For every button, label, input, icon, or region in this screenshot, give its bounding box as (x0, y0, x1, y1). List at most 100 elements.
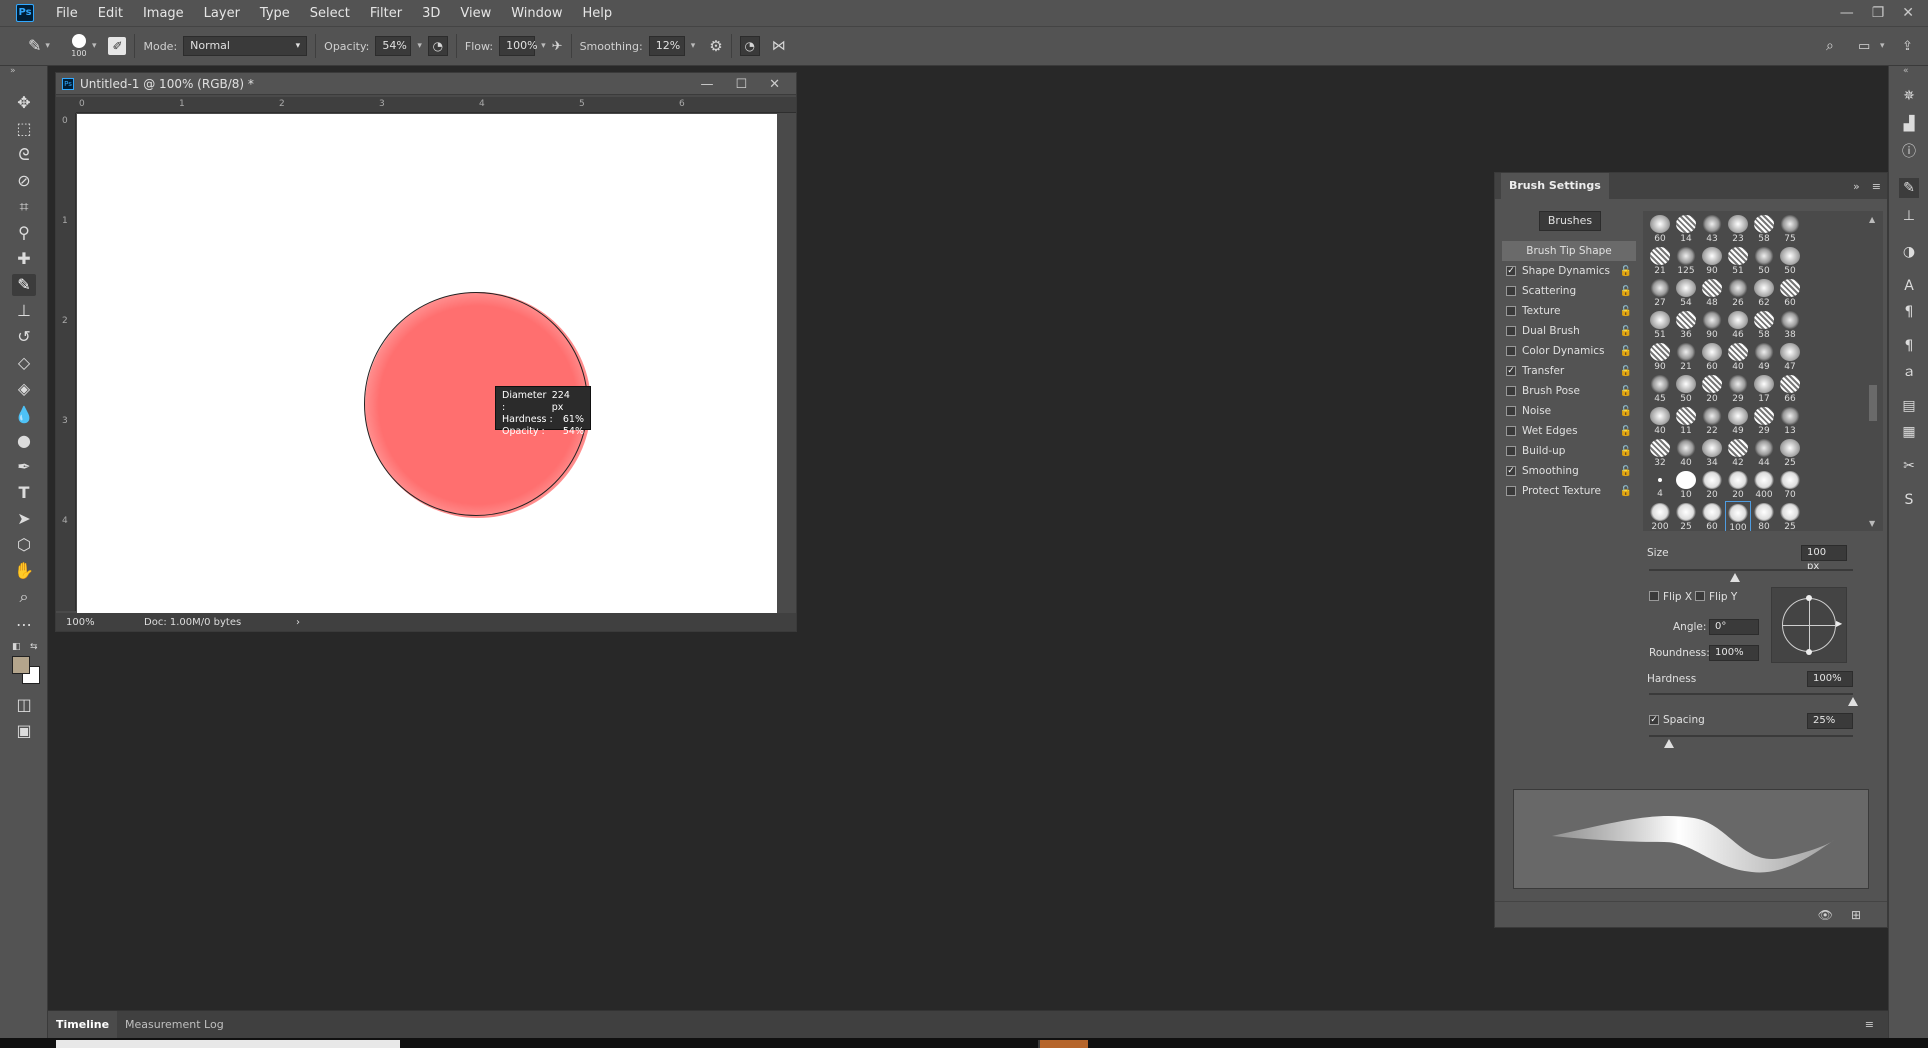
taskbar-item[interactable] (56, 1040, 400, 1048)
brush-tool-icon[interactable]: ✎ (12, 274, 36, 296)
flow-field[interactable]: 100% (499, 36, 538, 56)
option-checkbox[interactable]: ✓ (1506, 466, 1516, 476)
color-icon[interactable]: ◑ (1899, 242, 1919, 262)
brush-preset[interactable]: 21 (1673, 341, 1699, 373)
preset-grid-scrollbar[interactable] (1869, 385, 1877, 421)
option-checkbox[interactable] (1506, 326, 1516, 336)
brush-preset[interactable]: 90 (1647, 341, 1673, 373)
restore-icon[interactable]: ❐ (1872, 5, 1885, 21)
brush-preset[interactable]: 26 (1725, 277, 1751, 309)
ruler-origin[interactable] (56, 97, 76, 113)
brush-preset[interactable]: 23 (1725, 213, 1751, 245)
lock-icon[interactable]: 🔓 (1620, 386, 1632, 397)
brush-tip-item[interactable]: Scattering 🔓 (1502, 281, 1636, 301)
brush-preset[interactable]: 90 (1699, 309, 1725, 341)
chevron-down-icon[interactable]: ▾ (691, 41, 696, 51)
brush-preset[interactable]: 20 (1699, 373, 1725, 405)
brush-preset[interactable]: 51 (1647, 309, 1673, 341)
brush-preset[interactable]: 46 (1725, 309, 1751, 341)
panel-menu-icon[interactable]: ≡ (1865, 1018, 1874, 1031)
zoom-level[interactable]: 100% (56, 617, 120, 628)
histogram-icon[interactable]: ▟ (1899, 114, 1919, 134)
size-slider-thumb[interactable] (1729, 573, 1740, 582)
tab-measurement-log[interactable]: Measurement Log (117, 1011, 232, 1039)
brush-preset[interactable]: 47 (1777, 341, 1803, 373)
document-title-bar[interactable]: Ps Untitled-1 @ 100% (RGB/8) * — ☐ ✕ (56, 73, 796, 95)
chevron-down-icon[interactable]: ▾ (1880, 41, 1885, 51)
option-checkbox[interactable] (1506, 446, 1516, 456)
brush-tip-item[interactable]: ✓ Transfer 🔓 (1502, 361, 1636, 381)
brush-tip-item[interactable]: Wet Edges 🔓 (1502, 421, 1636, 441)
lock-icon[interactable]: 🔓 (1620, 346, 1632, 357)
layers-icon[interactable]: ▤ (1899, 396, 1919, 416)
brush-preset[interactable]: 100 (1725, 501, 1751, 531)
type-tool-icon[interactable]: T (12, 482, 36, 504)
brush-preset[interactable]: 40 (1647, 405, 1673, 437)
brush-preset[interactable]: 49 (1725, 405, 1751, 437)
brush-preset[interactable]: 60 (1699, 341, 1725, 373)
move-tool-icon[interactable]: ✥ (12, 92, 36, 114)
option-checkbox[interactable] (1506, 486, 1516, 496)
paint-bucket-tool-icon[interactable]: ◈ (12, 378, 36, 400)
menu-help[interactable]: Help (573, 6, 623, 21)
info-icon[interactable]: ⓘ (1899, 142, 1919, 162)
brush-preset[interactable]: 22 (1699, 405, 1725, 437)
default-colors-icon[interactable]: ◧ (12, 642, 21, 652)
tool-presets-icon[interactable]: ✂ (1899, 456, 1919, 476)
brush-preset[interactable]: 32 (1647, 437, 1673, 469)
path-selection-tool-icon[interactable]: ➤ (12, 508, 36, 530)
brush-preset[interactable]: 66 (1777, 373, 1803, 405)
menu-file[interactable]: File (46, 6, 88, 21)
flip-x-checkbox[interactable] (1649, 591, 1659, 601)
maximize-icon[interactable]: ☐ (735, 77, 747, 92)
brush-preset[interactable]: 50 (1673, 373, 1699, 405)
brush-preset[interactable]: 50 (1751, 245, 1777, 277)
brush-preset[interactable]: 38 (1777, 309, 1803, 341)
new-brush-icon[interactable]: ⊞ (1851, 908, 1861, 922)
brush-preset[interactable]: 44 (1751, 437, 1777, 469)
blur-tool-icon[interactable]: 💧 (12, 404, 36, 426)
menu-layer[interactable]: Layer (194, 6, 250, 21)
chevron-down-icon[interactable]: ▾ (45, 41, 50, 51)
airbrush-icon[interactable]: ✈ (552, 40, 563, 53)
size-field[interactable]: 100 px (1801, 545, 1847, 572)
scroll-up-icon[interactable]: ▲ (1869, 215, 1875, 224)
brush-tool-preset-icon[interactable]: ✎ (28, 38, 41, 54)
more-tools-icon[interactable]: ⋯ (12, 614, 36, 636)
lock-icon[interactable]: 🔓 (1620, 446, 1632, 457)
menu-3d[interactable]: 3D (412, 6, 450, 21)
option-checkbox[interactable] (1506, 406, 1516, 416)
screen-mode-icon[interactable]: ▣ (12, 720, 36, 742)
spacing-checkbox[interactable]: ✓ (1649, 715, 1659, 725)
minimize-icon[interactable]: — (1840, 5, 1854, 21)
brush-preset[interactable]: 20 (1725, 469, 1751, 501)
workspace-icon[interactable]: ▭ (1858, 40, 1870, 53)
opacity-field[interactable]: 54% (375, 36, 412, 56)
lock-icon[interactable]: 🔓 (1620, 466, 1632, 477)
brush-tip-item[interactable]: Noise 🔓 (1502, 401, 1636, 421)
history-brush-tool-icon[interactable]: ↺ (12, 326, 36, 348)
brush-preset[interactable]: 400 (1751, 469, 1777, 501)
character-icon[interactable]: A (1899, 276, 1919, 296)
menu-select[interactable]: Select (300, 6, 360, 21)
brush-tip-item[interactable]: Texture 🔓 (1502, 301, 1636, 321)
brush-preset-picker[interactable]: 100 (68, 34, 90, 58)
quick-mask-icon[interactable]: ◫ (12, 694, 36, 716)
close-icon[interactable]: ✕ (769, 77, 780, 92)
brush-preset[interactable]: 25 (1777, 501, 1803, 531)
brush-preset[interactable]: 58 (1751, 309, 1777, 341)
hardness-field[interactable]: 100% (1807, 671, 1853, 687)
search-icon[interactable]: ⌕ (1826, 39, 1834, 53)
lock-icon[interactable]: 🔓 (1620, 306, 1632, 317)
crop-tool-icon[interactable]: ⌗ (12, 196, 36, 218)
spacing-slider-track[interactable] (1649, 735, 1853, 737)
brush-preset[interactable]: 36 (1673, 309, 1699, 341)
horizontal-ruler[interactable]: 0 1 2 3 4 5 6 (76, 97, 796, 113)
brush-preset[interactable]: 70 (1777, 469, 1803, 501)
pen-tool-icon[interactable]: ✒ (12, 456, 36, 478)
brush-preset[interactable]: 13 (1777, 405, 1803, 437)
spacing-slider-thumb[interactable] (1664, 739, 1675, 748)
brush-preset[interactable]: 125 (1673, 245, 1699, 277)
hardness-slider-thumb[interactable] (1848, 697, 1858, 706)
brush-preset[interactable]: 62 (1751, 277, 1777, 309)
